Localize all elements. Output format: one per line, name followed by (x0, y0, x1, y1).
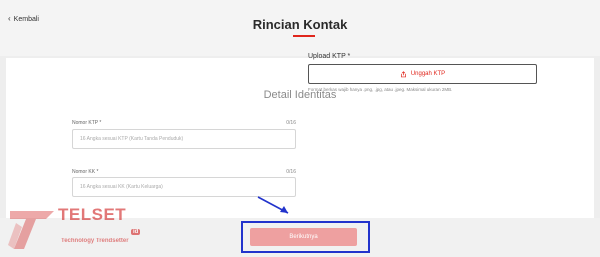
ktp-label: Nomor KTP * (72, 120, 102, 126)
upload-ktp-label: Upload KTP * (308, 53, 351, 60)
annotation-arrow (257, 196, 289, 214)
ktp-placeholder: 16 Angka sesuai KTP (Kartu Tanda Pendudu… (80, 136, 184, 142)
title-underline (293, 35, 315, 37)
watermark-suffix: id (131, 229, 141, 235)
upload-ktp-button[interactable]: Unggah KTP (308, 64, 537, 84)
kk-placeholder: 16 Angka sesuai KK (Kartu Keluarga) (80, 184, 163, 190)
upload-icon (400, 70, 406, 77)
next-button[interactable]: Berikutnya (250, 228, 357, 246)
ktp-counter: 0/16 (286, 120, 296, 126)
page-title: Rincian Kontak (252, 17, 348, 32)
kk-counter: 0/16 (286, 169, 296, 175)
kk-label: Nomor KK * (72, 169, 99, 175)
section-title: Detail Identitas (263, 89, 337, 101)
upload-ktp-button-label: Unggah KTP (410, 71, 446, 77)
watermark-brand: TELSET (58, 205, 127, 224)
upload-format-note: Format berkas wajib hanya .png, .jpg, at… (308, 87, 453, 92)
watermark-tagline: Technology Trendsetter (61, 238, 129, 244)
ktp-input[interactable]: 16 Angka sesuai KTP (Kartu Tanda Pendudu… (72, 129, 296, 149)
next-button-label: Berikutnya (289, 234, 318, 240)
